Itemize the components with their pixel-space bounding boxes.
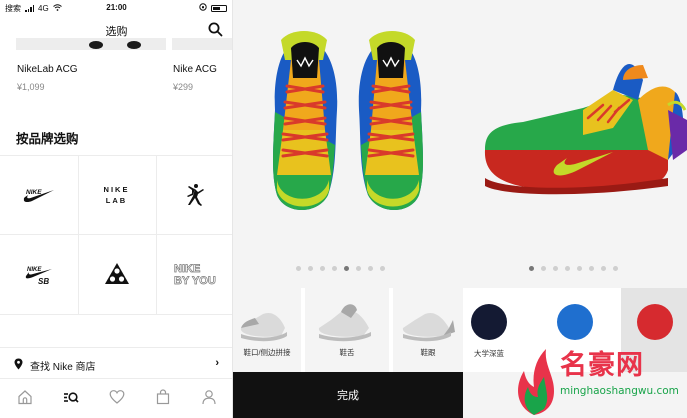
product-name[interactable]: NikeLab ACG	[17, 64, 78, 75]
watermark-flame-logo-icon	[518, 349, 554, 415]
brand-nike-sb[interactable]: NIKE SB	[0, 235, 77, 313]
option-label: 鞋口/侧边拼接	[243, 348, 291, 357]
option-heel[interactable]: 鞋跟	[393, 288, 463, 372]
page-title: 选购	[105, 26, 128, 38]
brand-nike[interactable]: NIKE	[0, 156, 77, 234]
brand-nikelab[interactable]: NIKE LAB	[78, 156, 155, 234]
heart-icon[interactable]	[107, 387, 127, 407]
battery-icon	[211, 4, 227, 12]
done-label: 完成	[337, 390, 359, 402]
acg-logo-icon	[104, 263, 129, 284]
brand-acg[interactable]	[78, 235, 155, 313]
swatch-label: 大学深蓝	[474, 349, 504, 358]
tongue-shoe-thumbnail	[318, 304, 371, 342]
collar-shoe-thumbnail	[240, 312, 287, 342]
find-store-link[interactable]: 查找 Nike 商店 ›	[0, 347, 232, 379]
brand-logo-text: NIKE	[174, 263, 200, 275]
nike-sb-logo-icon: NIKE SB	[25, 267, 52, 286]
bag-icon[interactable]	[153, 387, 173, 407]
nike-by-you-logo-icon: NIKE BY YOU	[173, 263, 216, 287]
pagination-dot[interactable]	[332, 266, 337, 271]
product-price: ¥1,099	[17, 82, 45, 92]
product-image-nike-acg[interactable]	[172, 38, 232, 50]
tab-bar	[0, 381, 232, 418]
color-swatch-college-navy[interactable]	[471, 304, 507, 340]
product-name[interactable]: Nike ACG	[173, 64, 217, 75]
home-icon[interactable]	[15, 387, 35, 407]
status-bar: 搜索 4G 21:00	[0, 0, 232, 16]
jordan-jumpman-logo-icon	[186, 184, 204, 206]
side-view-pagination[interactable]	[529, 266, 618, 271]
brand-logo-text: BY YOU	[174, 275, 216, 287]
pagination-dot[interactable]	[368, 266, 373, 271]
pagination-dot[interactable]	[577, 266, 582, 271]
shoe-top-view[interactable]	[233, 0, 463, 288]
svg-text:NIKE: NIKE	[27, 267, 42, 273]
shoe-side-view[interactable]	[463, 0, 687, 288]
brand-nike-by-you[interactable]: NIKE BY YOU	[156, 235, 232, 313]
pagination-dot[interactable]	[565, 266, 570, 271]
pagination-dot[interactable]	[541, 266, 546, 271]
shop-search-icon[interactable]	[61, 387, 81, 407]
pagination-dot[interactable]	[320, 266, 325, 271]
find-store-label: 查找 Nike 商店	[30, 362, 96, 373]
pagination-dot[interactable]	[308, 266, 313, 271]
option-label: 鞋舌	[339, 348, 355, 357]
pagination-dot[interactable]	[344, 266, 349, 271]
heel-shoe-thumbnail	[402, 312, 455, 342]
pagination-dot[interactable]	[356, 266, 361, 271]
brand-grid: NIKE NIKE LAB NIKE SB NIKE BY YOU	[0, 155, 232, 315]
brand-logo-text: LAB	[105, 196, 128, 205]
location-pin-icon	[14, 357, 23, 375]
pagination-dot[interactable]	[529, 266, 534, 271]
brand-jordan[interactable]	[156, 156, 232, 234]
done-button[interactable]: 完成	[233, 372, 463, 418]
search-icon[interactable]	[208, 22, 223, 37]
pagination-dot[interactable]	[589, 266, 594, 271]
option-label: 鞋跟	[420, 348, 436, 357]
watermark-url: minghaoshangwu.com	[560, 385, 679, 397]
brand-logo-text: SB	[38, 277, 49, 286]
chevron-right-icon: ›	[215, 357, 219, 369]
color-swatch-blue[interactable]	[557, 304, 593, 340]
pagination-dot[interactable]	[601, 266, 606, 271]
view-pagination[interactable]	[296, 266, 385, 271]
pagination-dot[interactable]	[380, 266, 385, 271]
site-watermark: 名豪网 minghaoshangwu.com	[510, 343, 687, 418]
profile-icon[interactable]	[199, 387, 219, 407]
color-swatch-red[interactable]	[637, 304, 673, 340]
pagination-dot[interactable]	[296, 266, 301, 271]
shoe-side-view-image	[484, 63, 687, 195]
pagination-dot[interactable]	[553, 266, 558, 271]
pagination-dot[interactable]	[613, 266, 618, 271]
option-collar-side-panel[interactable]: 鞋口/侧边拼接	[233, 288, 301, 372]
shop-screen: 搜索 4G 21:00 选购 NikeLab ACG ¥1,099 Nike A…	[0, 0, 233, 418]
nike-swoosh-logo-icon: NIKE	[23, 189, 54, 203]
product-price: ¥299	[173, 82, 194, 92]
brand-logo-text: NIKE	[103, 185, 130, 194]
orientation-lock-icon	[199, 3, 207, 13]
watermark-text: 名豪网	[560, 350, 644, 381]
svg-text:NIKE: NIKE	[26, 189, 42, 196]
brands-section-title: 按品牌选购	[16, 132, 79, 146]
option-tongue[interactable]: 鞋舌	[305, 288, 389, 372]
product-image-nikelab-acg[interactable]	[16, 38, 166, 50]
shoe-top-view-image	[273, 31, 423, 210]
